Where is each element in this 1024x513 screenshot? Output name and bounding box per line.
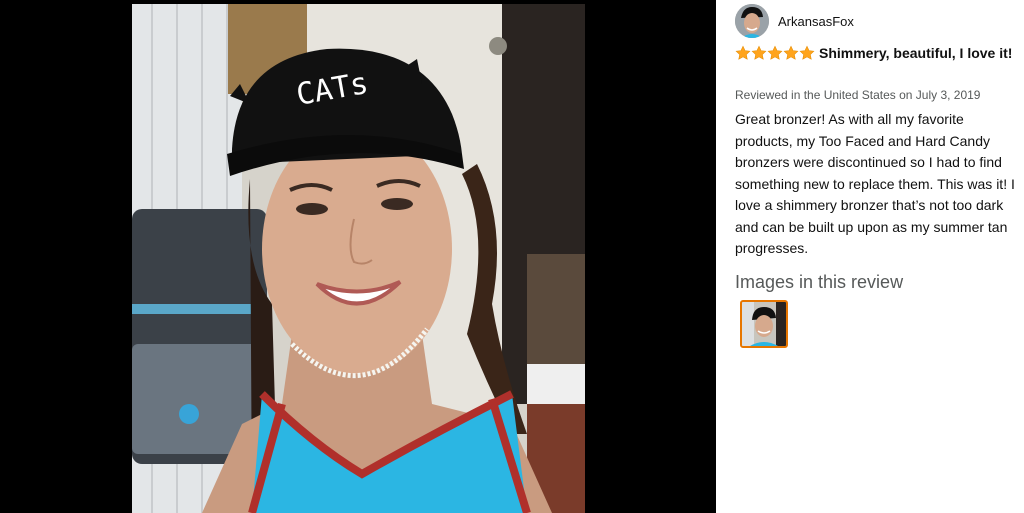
star-icon [735, 45, 751, 60]
image-viewer-backdrop: CATs [0, 0, 716, 513]
review-image-viewer: CATs ArkansasFox Shimmery, beautiful, I … [0, 0, 1024, 513]
review-panel: ArkansasFox Shimmery, beautiful, I love … [716, 0, 1024, 513]
review-image-thumbnail[interactable] [740, 300, 788, 348]
review-body-text: Great bronzer! As with all my favorite p… [735, 111, 1015, 256]
review-heading: Shimmery, beautiful, I love it! [735, 43, 1020, 66]
reviewer-avatar[interactable] [735, 4, 769, 38]
reviewer-name[interactable]: ArkansasFox [778, 14, 854, 29]
star-icon [767, 45, 783, 60]
review-title: Shimmery, beautiful, I love it! [819, 45, 1013, 61]
star-icon [783, 45, 799, 60]
star-rating[interactable] [735, 45, 815, 66]
star-icon [799, 45, 815, 60]
review-date: Reviewed in the United States on July 3,… [735, 88, 981, 102]
reviewer-profile[interactable]: ArkansasFox [735, 4, 854, 38]
star-icon [751, 45, 767, 60]
review-photo-large[interactable]: CATs [132, 4, 585, 513]
images-in-review-heading: Images in this review [735, 272, 904, 292]
